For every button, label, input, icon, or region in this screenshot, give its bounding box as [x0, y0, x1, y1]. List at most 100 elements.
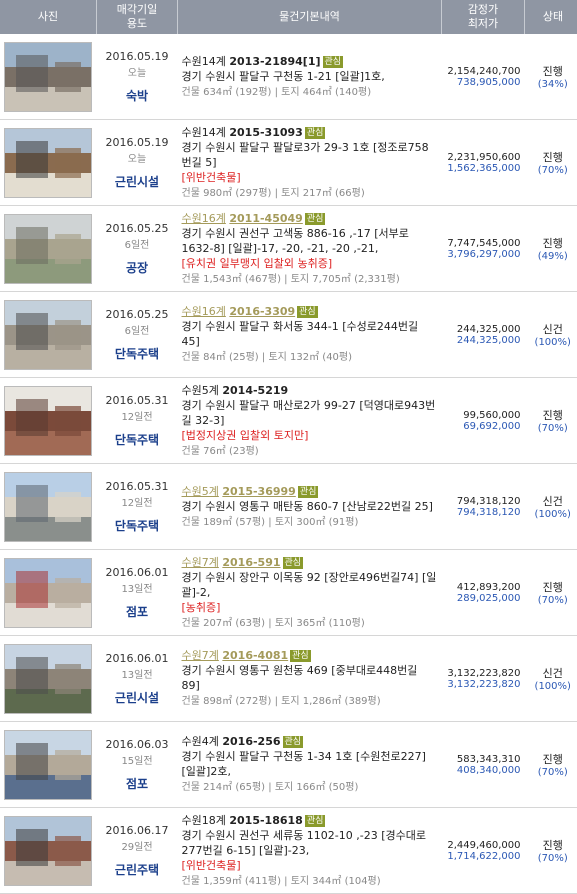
photo-building-shape	[55, 234, 81, 265]
status-text: 진행	[525, 235, 577, 251]
status-percent: (70%)	[525, 853, 577, 864]
land-area: 토지 217㎡ (66평)	[281, 188, 365, 199]
status-percent: (70%)	[525, 595, 577, 606]
property-use: 근린시설	[97, 173, 178, 190]
property-use: 공장	[97, 259, 178, 276]
table-row[interactable]: 2016.06.01 13일전 점포 수원7계 2016-591관심 경기 수원…	[0, 550, 577, 636]
header-price: 감정가최저가	[442, 0, 525, 34]
table-row[interactable]: 2016.06.01 13일전 근린시설 수원7계 2016-4081관심 경기…	[0, 636, 577, 722]
area-separator: |	[265, 782, 275, 793]
photo-building-shape	[16, 829, 49, 866]
interest-badge[interactable]: 관심	[283, 736, 304, 748]
appraisal-price: 2,449,460,000	[442, 840, 521, 851]
case-number-link[interactable]: 2016-4081	[222, 649, 288, 662]
interest-badge[interactable]: 관심	[290, 650, 311, 662]
address: 경기 수원시 권선구 세류동 1102-10 ,-23 [경수대로277번길 6…	[182, 829, 427, 857]
table-row[interactable]: 2016.05.25 6일전 단독주택 수원16계 2016-3309관심 경기…	[0, 292, 577, 378]
interest-badge[interactable]: 관심	[305, 213, 326, 225]
court-link[interactable]: 수원14계	[182, 55, 226, 68]
auction-date: 2016.05.25	[97, 222, 178, 235]
interest-badge[interactable]: 관심	[298, 486, 319, 498]
case-number-link[interactable]: 2016-591	[222, 556, 280, 569]
table-row[interactable]: 2016.06.17 29일전 근린주택 수원18계 2015-18618관심 …	[0, 808, 577, 894]
info-cell: 수원14계 2013-21894[1]관심 경기 수원시 팔달구 구천동 1-2…	[178, 34, 442, 120]
property-photo[interactable]	[4, 472, 92, 542]
interest-badge[interactable]: 관심	[283, 557, 304, 569]
table-row[interactable]: 2016.05.19 오늘 근린시설 수원14계 2015-31093관심 경기…	[0, 120, 577, 206]
court-link[interactable]: 수원5계	[182, 384, 219, 397]
table-row[interactable]: 2016.05.31 12일전 단독주택 수원5계 2015-36999관심 경…	[0, 464, 577, 550]
case-number-link[interactable]: 2014-5219	[222, 384, 288, 397]
price-cell: 794,318,120 794,318,120	[442, 464, 525, 550]
area-separator: |	[271, 696, 281, 707]
property-photo[interactable]	[4, 558, 92, 628]
days-ago: 6일전	[97, 322, 178, 337]
court-link[interactable]: 수원4계	[182, 735, 219, 748]
auction-date: 2016.05.19	[97, 136, 178, 149]
land-area: 토지 132㎡ (40평)	[268, 352, 352, 363]
court-link[interactable]: 수원5계	[182, 485, 219, 498]
photo-building-shape	[16, 485, 49, 522]
date-use-cell: 2016.06.01 13일전 근린시설	[97, 636, 178, 722]
header-info: 물건기본내역	[178, 0, 442, 34]
case-number-link[interactable]: 2016-3309	[229, 305, 295, 318]
days-ago: 오늘	[97, 150, 178, 165]
interest-badge[interactable]: 관심	[323, 56, 344, 68]
auction-date: 2016.06.01	[97, 566, 178, 579]
property-photo[interactable]	[4, 816, 92, 886]
minimum-price: 794,318,120	[442, 507, 521, 518]
case-number-link[interactable]: 2015-18618	[229, 814, 302, 827]
interest-badge[interactable]: 관심	[305, 127, 326, 139]
photo-cell	[0, 206, 97, 292]
table-row[interactable]: 2016.05.25 6일전 공장 수원16계 2011-45049관심 경기 …	[0, 206, 577, 292]
case-number-link[interactable]: 2015-36999	[222, 485, 295, 498]
property-photo[interactable]	[4, 730, 92, 800]
area-separator: |	[271, 188, 281, 199]
price-cell: 2,154,240,700 738,905,000	[442, 34, 525, 120]
court-link[interactable]: 수원14계	[182, 126, 226, 139]
interest-badge[interactable]: 관심	[297, 306, 318, 318]
court-link[interactable]: 수원18계	[182, 814, 226, 827]
photo-cell	[0, 636, 97, 722]
photo-cell	[0, 378, 97, 464]
court-link[interactable]: 수원16계	[182, 212, 226, 225]
court-link[interactable]: 수원16계	[182, 305, 226, 318]
address: 경기 수원시 영통구 원천동 469 [중부대로448번길 89]	[182, 664, 418, 692]
table-row[interactable]: 2016.06.03 15일전 점포 수원4계 2016-256관심 경기 수원…	[0, 722, 577, 808]
property-photo[interactable]	[4, 386, 92, 456]
property-photo[interactable]	[4, 644, 92, 714]
property-photo[interactable]	[4, 214, 92, 284]
days-ago: 6일전	[97, 236, 178, 251]
address: 경기 수원시 장안구 이목동 92 [장안로496번길74] [일괄]-2,	[182, 571, 437, 599]
price-cell: 3,132,223,820 3,132,223,820	[442, 636, 525, 722]
building-area: 건물 84㎡ (25평)	[182, 352, 259, 363]
court-link[interactable]: 수원7계	[182, 649, 219, 662]
case-number-link[interactable]: 2015-31093	[229, 126, 302, 139]
building-area: 건물 980㎡ (297평)	[182, 188, 272, 199]
status-percent: (49%)	[525, 251, 577, 262]
auction-date: 2016.06.17	[97, 824, 178, 837]
date-use-cell: 2016.05.19 오늘 근린시설	[97, 120, 178, 206]
photo-building-shape	[55, 836, 81, 867]
case-number-link[interactable]: 2011-45049	[229, 212, 302, 225]
info-cell: 수원7계 2016-4081관심 경기 수원시 영통구 원천동 469 [중부대…	[178, 636, 442, 722]
case-number-link[interactable]: 2016-256	[222, 735, 280, 748]
area-separator: |	[265, 618, 275, 629]
table-row[interactable]: 2016.05.31 12일전 단독주택 수원5계 2014-5219 경기 수…	[0, 378, 577, 464]
interest-badge[interactable]: 관심	[305, 815, 326, 827]
days-ago: 오늘	[97, 64, 178, 79]
property-photo[interactable]	[4, 300, 92, 370]
address: 경기 수원시 팔달구 화서동 344-1 [수성로244번길 45]	[182, 320, 419, 348]
minimum-price: 3,796,297,000	[442, 249, 521, 260]
land-area: 토지 1,286㎡ (389평)	[281, 696, 380, 707]
status-text: 진행	[525, 149, 577, 165]
property-photo[interactable]	[4, 128, 92, 198]
court-link[interactable]: 수원7계	[182, 556, 219, 569]
table-row[interactable]: 2016.05.19 오늘 숙박 수원14계 2013-21894[1]관심 경…	[0, 34, 577, 120]
photo-building-shape	[16, 313, 49, 350]
property-photo[interactable]	[4, 42, 92, 112]
minimum-price: 289,025,000	[442, 593, 521, 604]
status-text: 신건	[525, 321, 577, 337]
status-cell: 진행 (70%)	[525, 808, 577, 894]
case-number-link[interactable]: 2013-21894[1]	[229, 55, 320, 68]
